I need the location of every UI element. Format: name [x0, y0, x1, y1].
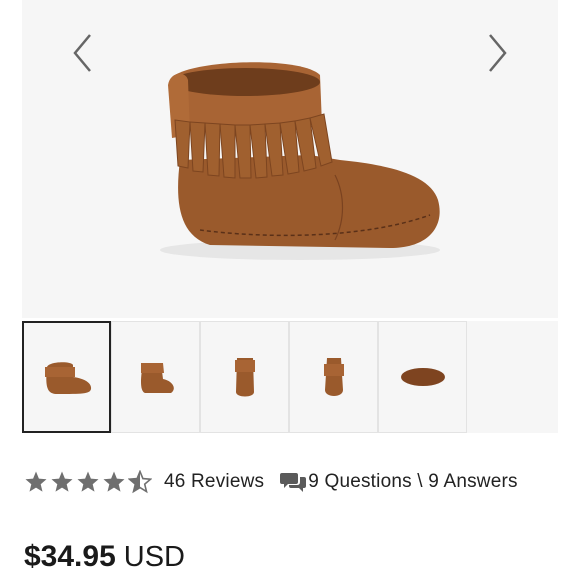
thumbnail-5[interactable] — [378, 321, 467, 433]
thumbnail-image — [323, 358, 344, 396]
chat-bubbles-icon — [280, 473, 307, 492]
chevron-right-icon — [489, 34, 507, 72]
product-main-image — [160, 62, 440, 260]
thumbnail-1[interactable] — [22, 321, 111, 433]
thumbnail-image — [44, 362, 91, 394]
thumbnail-2[interactable] — [111, 321, 200, 433]
star-full-icon — [103, 471, 125, 492]
thumbnail-strip — [22, 321, 558, 433]
chevron-left-icon — [73, 34, 91, 72]
price-currency: USD — [123, 541, 185, 573]
reviews-link[interactable]: 46 Reviews — [164, 471, 264, 493]
next-image-button[interactable] — [484, 32, 510, 74]
star-full-icon — [25, 471, 47, 492]
thumbnail-4[interactable] — [289, 321, 378, 433]
thumbnail-image — [400, 368, 445, 386]
star-full-icon — [51, 471, 73, 492]
previous-image-button[interactable] — [70, 32, 96, 74]
thumbnail-image — [140, 363, 174, 393]
questions-answers-link[interactable]: 9 Questions \ 9 Answers — [308, 471, 517, 493]
thumbnail-image — [234, 358, 255, 397]
price-row: $34.95 USD — [24, 540, 185, 580]
star-rating[interactable] — [24, 470, 152, 494]
star-half-icon — [128, 470, 152, 494]
rating-row: 46 Reviews 9 Questions \ 9 Answers — [24, 467, 564, 497]
product-image-carousel — [22, 0, 558, 318]
star-full-icon — [77, 471, 99, 492]
price-amount: $34.95 — [24, 540, 116, 573]
thumbnail-3[interactable] — [200, 321, 289, 433]
